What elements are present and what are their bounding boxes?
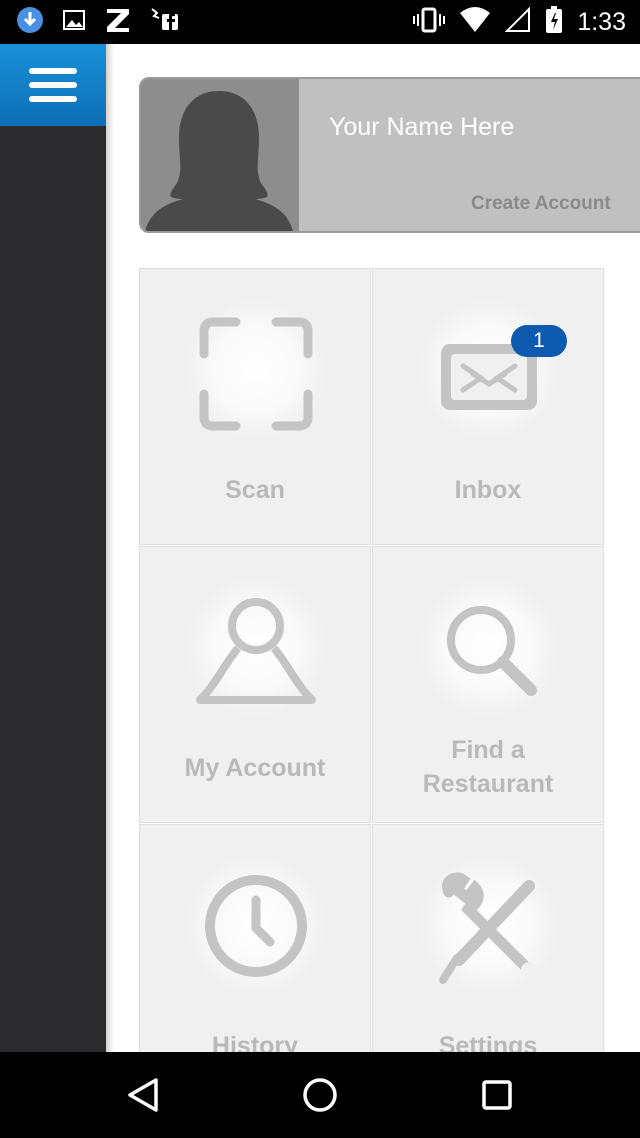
back-button[interactable] [118,1072,168,1118]
avatar [141,79,299,231]
tile-my-account[interactable]: My Account [139,546,371,823]
search-icon [447,606,537,696]
profile-name: Your Name Here [329,113,515,141]
create-account-link[interactable]: Create Account [471,193,611,215]
tile-find-restaurant[interactable]: Find a Restaurant [372,546,604,823]
recents-button[interactable] [472,1072,522,1118]
drawer-shadow [106,44,114,1052]
tile-label: Inbox [454,476,522,504]
back-icon [128,1078,158,1112]
navigation-bar [0,1052,640,1138]
home-icon [303,1078,337,1112]
hamburger-icon [29,68,77,102]
tile-label: Settings [438,1032,538,1052]
facebook-icon [150,6,180,39]
image-icon [62,8,86,37]
person-silhouette-icon [145,91,293,231]
profile-card[interactable]: Your Name Here Create Account [139,77,640,233]
tile-inbox[interactable]: 1 Inbox [372,268,604,545]
download-icon [16,6,44,39]
scan-icon [199,317,313,431]
status-bar: 1:33 [0,0,640,44]
signal-icon [504,6,531,38]
tile-history[interactable]: History [139,824,371,1052]
menu-tile-grid: Scan 1 Inbox My Account Find a Restauran… [139,268,606,1052]
unread-badge: 1 [511,325,567,357]
tile-scan[interactable]: Scan [139,268,371,545]
tile-label-line2: Restaurant [422,770,554,798]
vibrate-icon [413,6,446,39]
status-time: 1:33 [577,7,626,36]
side-drawer [0,44,106,1052]
tile-label: History [211,1032,299,1052]
z-app-icon [104,6,132,39]
clock-icon [205,875,307,977]
tools-icon [439,872,537,984]
tile-label-line1: Find a [451,736,525,764]
tile-label: Scan [225,476,285,504]
menu-button[interactable] [0,44,106,126]
home-button[interactable] [295,1072,345,1118]
person-icon [196,598,316,704]
battery-icon [545,5,563,39]
recents-icon [482,1080,512,1110]
wifi-icon [459,6,491,38]
tile-settings[interactable]: Settings [372,824,604,1052]
app-screen: Your Name Here Create Account Scan 1 Inb… [0,44,640,1052]
tile-label: My Account [184,754,326,782]
